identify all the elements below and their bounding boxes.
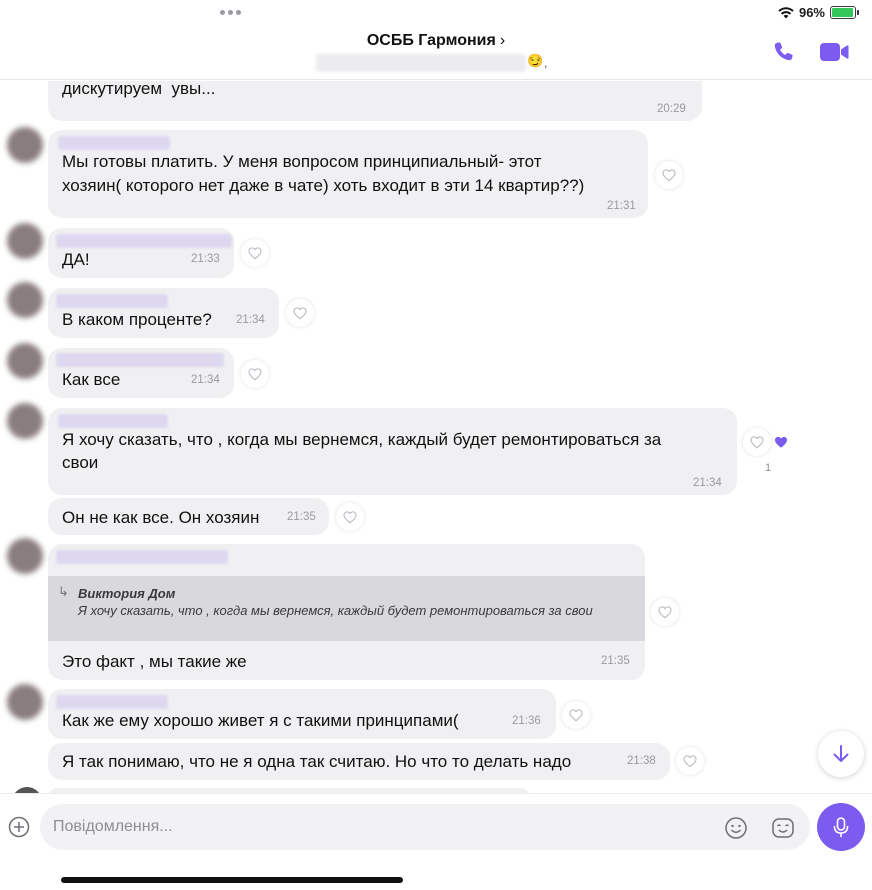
battery-fill [832, 8, 854, 17]
like-button[interactable] [286, 299, 314, 327]
like-button[interactable] [651, 598, 679, 626]
message-time: 20:29 [657, 103, 686, 115]
call-icon [774, 42, 793, 61]
composer [0, 793, 872, 890]
sender-name-blurred [56, 234, 232, 248]
battery-percent: 96% [798, 5, 825, 20]
message-time: 21:35 [287, 511, 316, 523]
sender-avatar[interactable] [7, 343, 43, 379]
chevron-right-icon[interactable]: › [500, 32, 505, 49]
sender-avatar[interactable] [7, 684, 43, 720]
heart-icon [662, 169, 676, 182]
liked-heart-button[interactable] [767, 428, 795, 456]
message-text: Я так понимаю, что не я одна так считаю.… [62, 752, 572, 771]
message-time: 21:34 [191, 374, 220, 386]
message-time: 21:38 [627, 755, 656, 767]
sender-name-blurred [58, 136, 170, 150]
subtitle-comma: , [544, 56, 548, 70]
like-button[interactable] [241, 360, 269, 388]
message-time: 21:34 [236, 314, 265, 326]
heart-icon [658, 606, 672, 619]
chat-title-wrap[interactable]: ОСББ Гармония › [0, 32, 872, 50]
voice-message-button[interactable] [817, 803, 865, 851]
plus-icon [8, 816, 30, 838]
heart-icon [343, 511, 357, 524]
sender-avatar[interactable] [7, 282, 43, 318]
heart-icon [293, 307, 307, 320]
message-list[interactable]: дискутируем увы... 20:29 Мы готовы плати… [0, 81, 872, 793]
quote-author: Виктория Дом [78, 586, 176, 601]
home-indicator [61, 877, 403, 883]
emoji-button[interactable] [724, 816, 748, 840]
sticker-button[interactable] [771, 816, 795, 840]
heart-icon [683, 755, 697, 768]
battery-icon [830, 6, 859, 19]
message-time: 21:36 [512, 715, 541, 727]
sender-avatar[interactable] [7, 223, 43, 259]
message-time: 21:34 [693, 477, 722, 489]
like-button[interactable] [676, 747, 704, 775]
like-button[interactable] [655, 161, 683, 189]
sender-name-blurred [58, 414, 168, 428]
chat-title[interactable]: ОСББ Гармония [367, 32, 496, 49]
message-input[interactable] [40, 804, 810, 850]
chat-header: ОСББ Гармония › 😏 , [0, 26, 872, 80]
chat-subtitle-blurred [316, 54, 526, 72]
sender-avatar[interactable] [7, 127, 43, 163]
attach-button[interactable] [8, 816, 30, 838]
message-text: Как же ему хорошо живет я с такими принц… [62, 711, 459, 730]
emoji-icon [725, 817, 747, 839]
like-button[interactable] [241, 239, 269, 267]
sender-name-blurred [56, 695, 168, 709]
message-text: Как все [62, 370, 121, 389]
message-time: 21:33 [191, 253, 220, 265]
message-text: Это факт , мы такие же [62, 652, 247, 671]
heart-icon [569, 709, 583, 722]
message-text: В каком проценте? [62, 310, 212, 329]
arrow-down-icon [833, 745, 849, 762]
video-icon [820, 43, 849, 61]
message-text: ДА! [62, 250, 90, 269]
call-button[interactable] [772, 38, 806, 68]
sender-name-blurred [56, 353, 224, 367]
multitask-dots-icon [220, 10, 241, 15]
sender-name-blurred [56, 294, 168, 308]
message-time: 21:31 [607, 200, 636, 212]
heart-filled-icon [775, 436, 787, 448]
like-button[interactable] [336, 503, 364, 531]
heart-icon [750, 436, 764, 449]
message-text: дискутируем увы... [62, 81, 216, 98]
sender-name-blurred [56, 550, 228, 564]
like-button[interactable] [562, 701, 590, 729]
quote-text: Я хочу сказать, что , когда мы вернемся,… [78, 603, 593, 618]
sender-avatar[interactable] [7, 403, 43, 439]
sticker-icon [772, 818, 794, 838]
scroll-to-bottom-button[interactable] [818, 731, 864, 777]
smirk-emoji: 😏 [527, 53, 544, 68]
heart-icon [248, 368, 262, 381]
video-call-button[interactable] [818, 38, 852, 68]
wifi-icon [778, 6, 794, 18]
reply-arrow-icon: ↳ [58, 584, 69, 599]
like-count: 1 [765, 462, 772, 474]
sender-avatar[interactable] [7, 538, 43, 574]
message-text-line: Мы готовы платить. У меня вопросом принц… [62, 152, 542, 171]
heart-icon [248, 247, 262, 260]
message-text-line: свои [62, 453, 99, 472]
message-time: 21:35 [601, 655, 630, 667]
status-bar: 96% [0, 0, 872, 26]
mic-icon [833, 817, 849, 838]
message-text: Он не как все. Он хозяин [62, 508, 260, 527]
message-text-line: Я хочу сказать, что , когда мы вернемся,… [62, 430, 662, 449]
message-text-line: хозяин( которого нет даже в чате) хоть в… [62, 176, 585, 195]
status-right: 96% [778, 5, 859, 20]
